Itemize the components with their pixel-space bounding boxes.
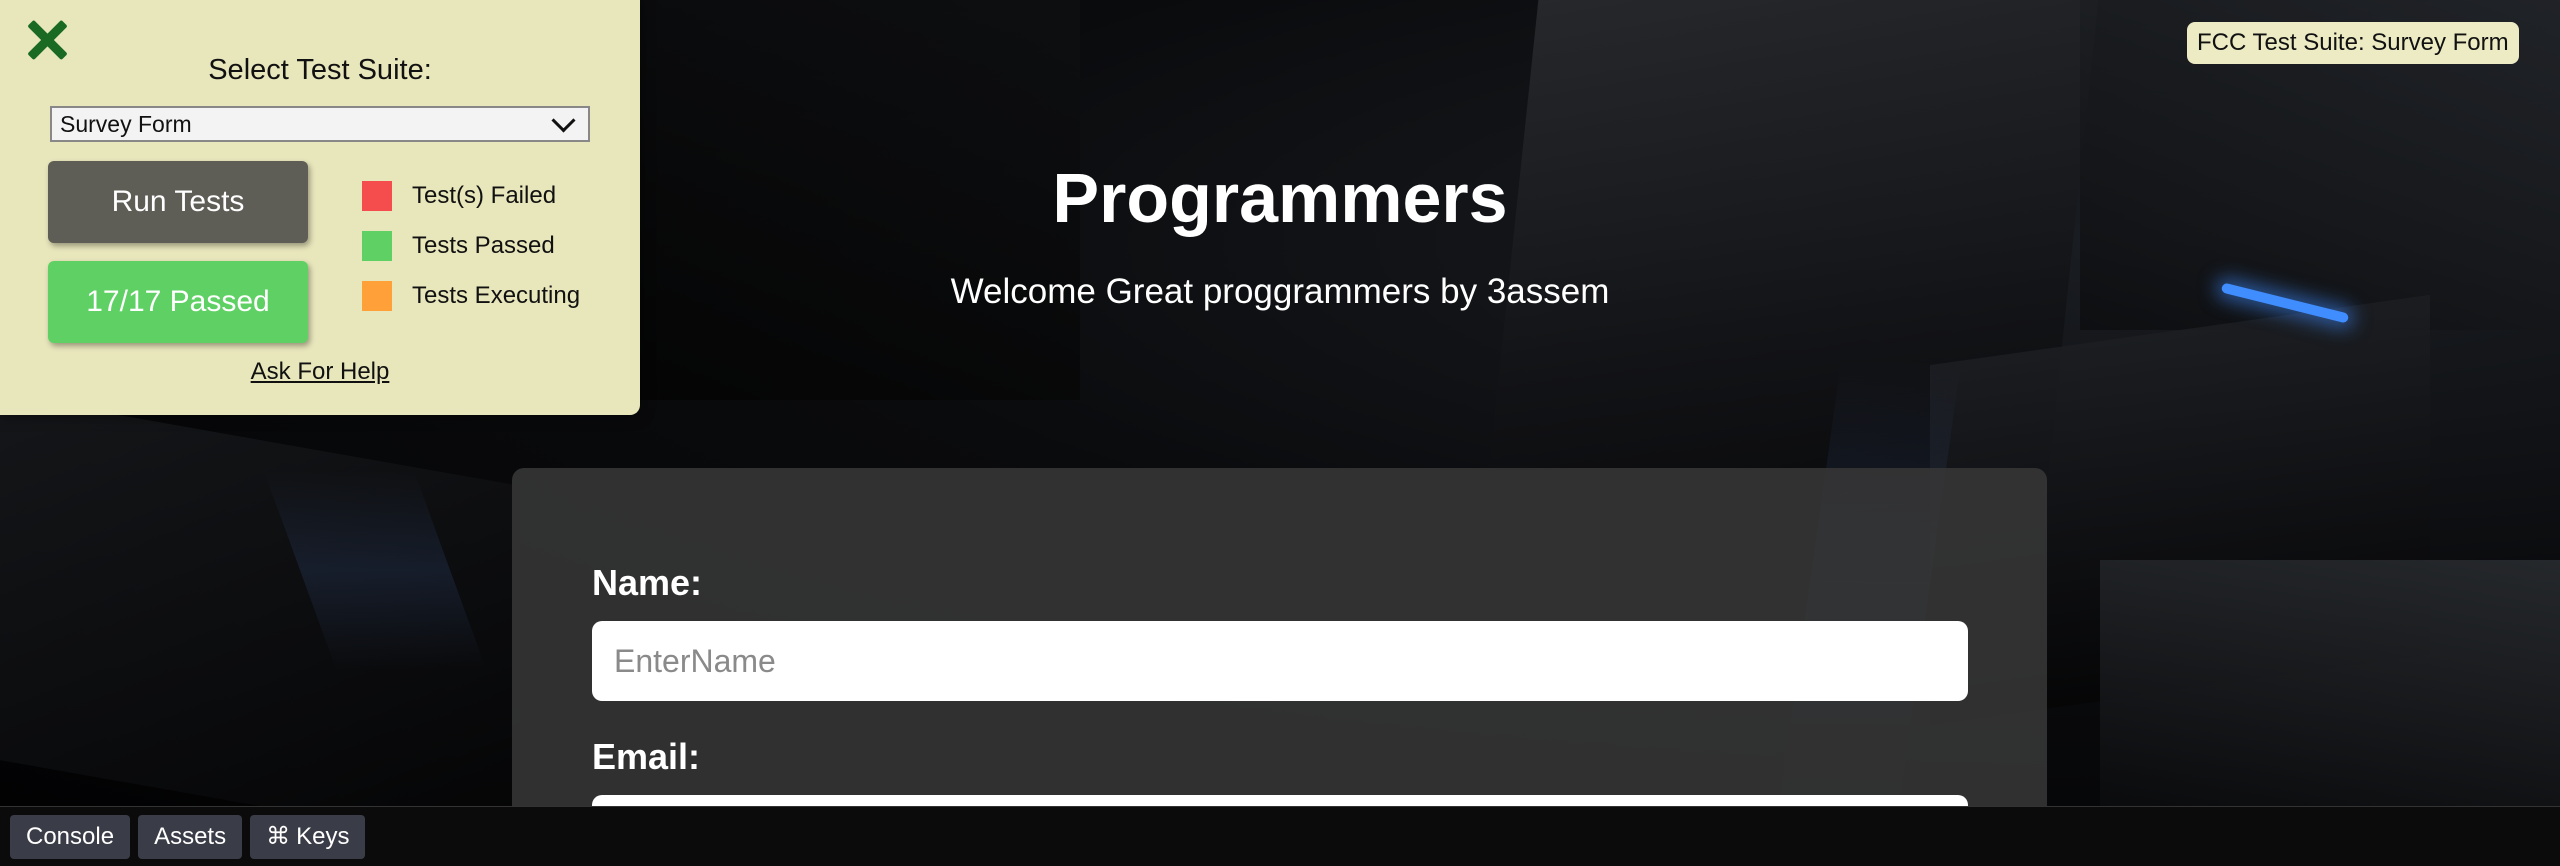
legend-passed-label: Tests Passed	[412, 232, 555, 259]
run-tests-button[interactable]: Run Tests	[48, 161, 308, 243]
dev-toolbar: Console Assets ⌘ Keys	[0, 806, 2560, 866]
command-key-icon: ⌘	[266, 823, 291, 850]
legend-executing-label: Tests Executing	[412, 282, 581, 309]
name-input[interactable]	[592, 621, 1968, 701]
legend-executing: Tests Executing	[362, 280, 580, 312]
test-results-button[interactable]: 17/17 Passed	[48, 261, 308, 343]
suite-label: Select Test Suite:	[208, 54, 432, 86]
fcc-test-panel: Select Test Suite: Survey Form Run Tests…	[0, 0, 640, 415]
test-suite-select[interactable]: Survey Form	[50, 106, 590, 142]
test-suite-badge[interactable]: FCC Test Suite: Survey Form	[2187, 22, 2519, 64]
keys-label: Keys	[296, 822, 350, 850]
legend-passed: Tests Passed	[362, 230, 555, 262]
survey-form: Name: Email:	[512, 468, 2047, 828]
passed-swatch	[362, 231, 392, 261]
console-button[interactable]: Console	[10, 814, 131, 859]
legend-failed-label: Test(s) Failed	[412, 182, 557, 209]
executing-swatch	[362, 281, 392, 311]
background-block	[2100, 560, 2560, 806]
legend-failed: Test(s) Failed	[362, 180, 556, 212]
failed-swatch	[362, 181, 392, 211]
ask-for-help-link[interactable]: Ask For Help	[0, 358, 640, 386]
email-label: Email:	[592, 736, 701, 777]
suite-select-value: Survey Form	[60, 110, 192, 137]
chevron-down-icon	[551, 107, 576, 133]
assets-button[interactable]: Assets	[138, 814, 243, 859]
keys-button[interactable]: ⌘ Keys	[250, 814, 366, 859]
name-label: Name:	[592, 562, 703, 603]
